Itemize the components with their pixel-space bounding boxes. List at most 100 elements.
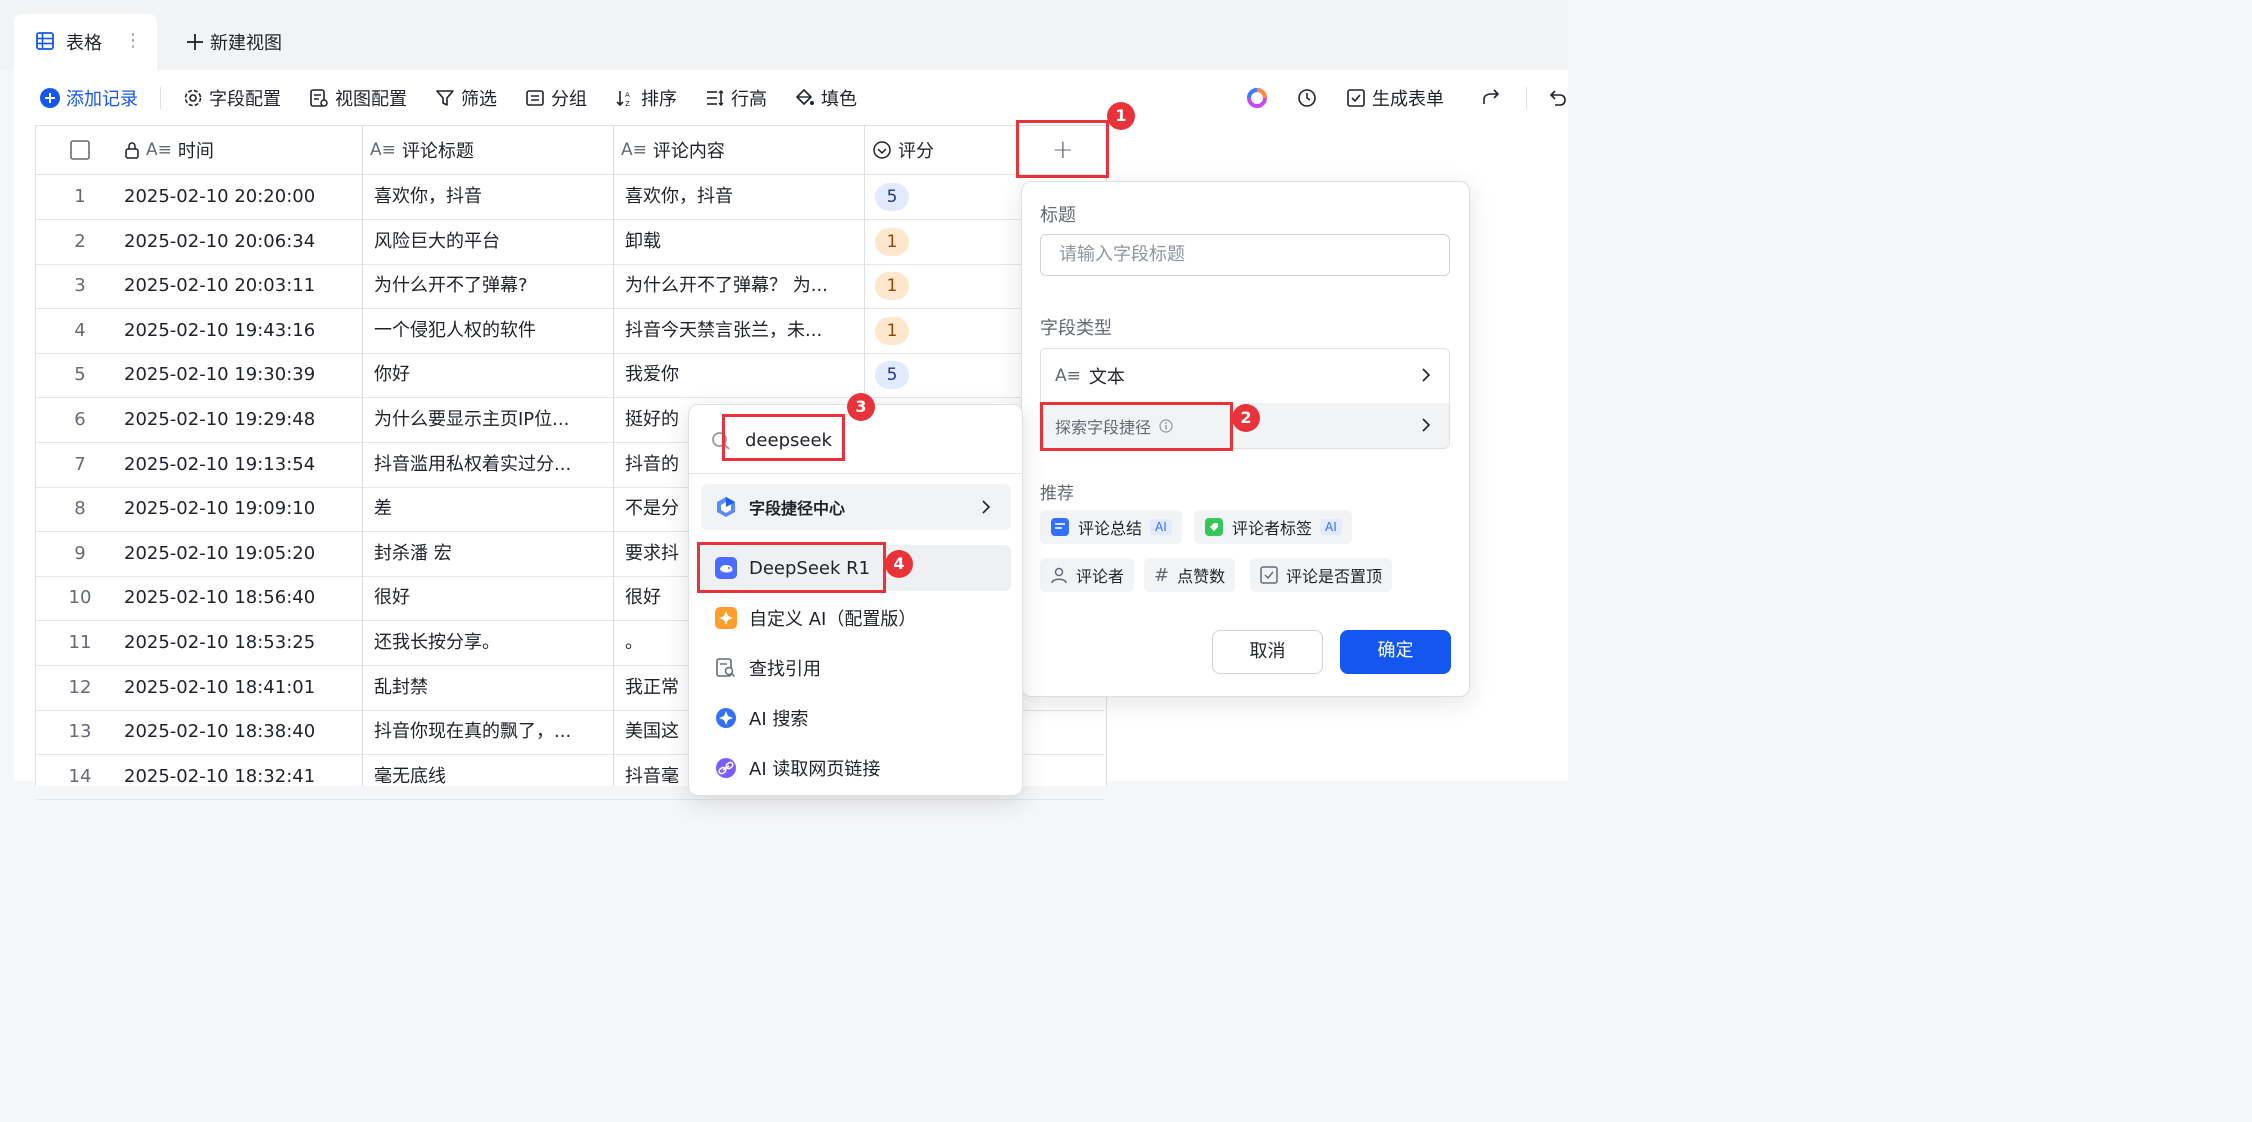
column-header-title[interactable]: A≡ 评论标题 — [370, 126, 474, 174]
shortcut-center-label: 字段捷径中心 — [749, 499, 846, 518]
cell-time[interactable]: 2025-02-10 19:05:20 — [124, 532, 364, 576]
cell-title[interactable]: 你好 — [374, 353, 614, 397]
fill-color-button[interactable]: 填色 — [795, 85, 857, 111]
cell-time[interactable]: 2025-02-10 20:03:11 — [124, 264, 364, 308]
cell-title[interactable]: 抖音你现在真的飘了，... — [374, 710, 614, 754]
recommend-chip-pinned[interactable]: 评论是否置顶 — [1250, 558, 1393, 592]
cell-title[interactable]: 很好 — [374, 576, 614, 620]
ai-search-item[interactable]: AI 搜索 — [701, 695, 1011, 741]
row-number[interactable]: 10 — [36, 576, 124, 620]
automation-clock-icon[interactable] — [1296, 84, 1318, 112]
single-select-icon — [872, 140, 892, 160]
table-row[interactable]: 1 2025-02-10 20:20:00 喜欢你，抖音 喜欢你，抖音 5 — [36, 175, 1104, 220]
cell-time[interactable]: 2025-02-10 20:06:34 — [124, 220, 364, 264]
select-all-checkbox[interactable] — [70, 126, 90, 174]
cell-title[interactable]: 差 — [374, 487, 614, 531]
cell-title[interactable]: 为什么要显示主页IP位... — [374, 398, 614, 442]
cell-time[interactable]: 2025-02-10 18:41:01 — [124, 666, 364, 710]
row-height-button[interactable]: 行高 — [705, 85, 767, 111]
share-icon[interactable] — [1480, 84, 1502, 112]
cell-time[interactable]: 2025-02-10 19:13:54 — [124, 443, 364, 487]
cell-score[interactable]: 5 — [875, 353, 909, 397]
shortcut-center-item[interactable]: 字段捷径中心 — [701, 484, 1011, 530]
ai-read-link-item[interactable]: AI 读取网页链接 — [701, 745, 1011, 791]
cell-title[interactable]: 为什么开不了弹幕? — [374, 264, 614, 308]
cell-time[interactable]: 2025-02-10 18:32:41 — [124, 755, 364, 799]
new-view-button[interactable]: 新建视图 — [186, 29, 282, 55]
row-number[interactable]: 13 — [36, 710, 124, 754]
row-number[interactable]: 11 — [36, 621, 124, 665]
cell-title[interactable]: 喜欢你，抖音 — [374, 175, 614, 219]
cell-time[interactable]: 2025-02-10 19:09:10 — [124, 487, 364, 531]
row-number[interactable]: 1 — [36, 175, 124, 219]
cell-score[interactable]: 1 — [875, 309, 909, 353]
cell-time[interactable]: 2025-02-10 19:29:48 — [124, 398, 364, 442]
svg-text:Z: Z — [625, 100, 630, 108]
cell-title[interactable]: 乱封禁 — [374, 666, 614, 710]
cell-time[interactable]: 2025-02-10 18:53:25 — [124, 621, 364, 665]
generate-form-button[interactable]: 生成表单 — [1346, 84, 1444, 112]
column-header-score[interactable]: 评分 — [872, 126, 934, 174]
cell-title[interactable]: 一个侵犯人权的软件 — [374, 309, 614, 353]
field-title-input[interactable]: 请输入字段标题 — [1040, 234, 1450, 276]
row-number[interactable]: 6 — [36, 398, 124, 442]
view-config-button[interactable]: 视图配置 — [309, 85, 407, 111]
annotation-box-3 — [722, 414, 845, 461]
column-header-time[interactable]: A≡ 时间 — [124, 126, 214, 174]
lookup-reference-item[interactable]: 查找引用 — [701, 645, 1011, 691]
tab-table-view[interactable]: 表格 ⋮ — [14, 14, 157, 70]
table-row[interactable]: 3 2025-02-10 20:03:11 为什么开不了弹幕? 为什么开不了弹幕？ 为… — [36, 264, 1104, 310]
cell-title[interactable]: 抖音滥用私权着实过分... — [374, 443, 614, 487]
cell-time[interactable]: 2025-02-10 18:38:40 — [124, 710, 364, 754]
cell-score[interactable]: 5 — [875, 175, 909, 219]
cell-score[interactable]: 1 — [875, 264, 909, 308]
row-number[interactable]: 2 — [36, 220, 124, 264]
cell-title[interactable]: 毫无底线 — [374, 755, 614, 799]
custom-ai-item[interactable]: 自定义 AI（配置版） — [701, 595, 1011, 641]
row-number[interactable]: 8 — [36, 487, 124, 531]
cell-time[interactable]: 2025-02-10 19:43:16 — [124, 309, 364, 353]
recommend-chip-comment-summary[interactable]: 评论总结 AI — [1040, 510, 1182, 544]
cell-content[interactable]: 抖音今天禁言张兰，未... — [625, 309, 865, 353]
recommend-chip-commenter[interactable]: 评论者 — [1040, 558, 1135, 592]
column-header-content[interactable]: A≡ 评论内容 — [621, 126, 725, 174]
field-config-button[interactable]: 字段配置 — [183, 85, 281, 111]
recommend-chip-commenter-tag[interactable]: 评论者标签 AI — [1194, 510, 1352, 544]
cell-content[interactable]: 我爱你 — [625, 353, 865, 397]
cell-content[interactable]: 卸载 — [625, 220, 865, 264]
cancel-button[interactable]: 取消 — [1212, 630, 1323, 674]
row-number[interactable]: 9 — [36, 532, 124, 576]
group-button[interactable]: 分组 — [525, 85, 587, 111]
table-row[interactable]: 2 2025-02-10 20:06:34 风险巨大的平台 卸载 1 — [36, 220, 1104, 265]
recommend-chip-likes[interactable]: # 点赞数 — [1144, 558, 1236, 592]
confirm-button[interactable]: 确定 — [1340, 630, 1451, 674]
cell-time[interactable]: 2025-02-10 18:56:40 — [124, 576, 364, 620]
cell-score[interactable]: 1 — [875, 220, 909, 264]
row-number[interactable]: 5 — [36, 353, 124, 397]
annotation-badge-1: 1 — [1107, 102, 1135, 130]
table-row[interactable]: 5 2025-02-10 19:30:39 你好 我爱你 5 — [36, 353, 1104, 399]
tab-more-icon[interactable]: ⋮ — [124, 30, 142, 51]
chip-label: 评论总结 — [1078, 519, 1143, 538]
filter-button[interactable]: 筛选 — [435, 85, 497, 111]
ai-assistant-icon[interactable] — [1246, 84, 1268, 112]
row-number[interactable]: 12 — [36, 666, 124, 710]
table-row[interactable]: 4 2025-02-10 19:43:16 一个侵犯人权的软件 抖音今天禁言张兰，未.… — [36, 309, 1104, 354]
row-number[interactable]: 4 — [36, 309, 124, 353]
summary-doc-icon — [1050, 517, 1070, 537]
row-number[interactable]: 7 — [36, 443, 124, 487]
field-type-text-option[interactable]: A≡ 文本 — [1041, 349, 1449, 403]
row-number[interactable]: 14 — [36, 755, 124, 799]
add-record-button[interactable]: 添加记录 — [40, 85, 138, 111]
cell-time[interactable]: 2025-02-10 19:30:39 — [124, 353, 364, 397]
row-number[interactable]: 3 — [36, 264, 124, 308]
undo-icon[interactable] — [1546, 84, 1568, 112]
cell-title[interactable]: 还我长按分享。 — [374, 621, 614, 665]
sort-button[interactable]: AZ 排序 — [615, 85, 677, 111]
cell-title[interactable]: 封杀潘 宏 — [374, 532, 614, 576]
cell-content[interactable]: 喜欢你，抖音 — [625, 175, 865, 219]
shortcut-center-icon — [715, 496, 737, 518]
cell-title[interactable]: 风险巨大的平台 — [374, 220, 614, 264]
cell-time[interactable]: 2025-02-10 20:20:00 — [124, 175, 364, 219]
cell-content[interactable]: 为什么开不了弹幕？ 为... — [625, 264, 865, 308]
